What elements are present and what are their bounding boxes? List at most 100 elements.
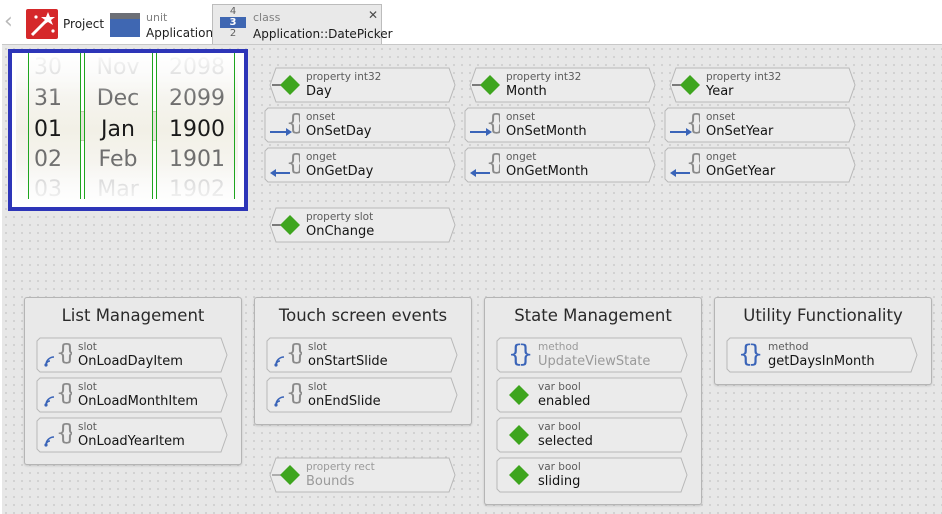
member-name: OnSetYear — [706, 124, 774, 139]
year-item: 2099 — [169, 86, 225, 111]
member-month-property[interactable]: property int32 Month — [464, 67, 656, 103]
member-kind: var bool — [538, 421, 581, 433]
editor-tab-bar: ‹ Project unit Application 4 3 2 class A… — [0, 0, 942, 44]
member-kind: onset — [506, 111, 536, 123]
onget-brace-arrow-icon: {} — [670, 151, 700, 177]
wheel-separator — [156, 53, 157, 199]
member-ongetmonth[interactable]: {} onget OnGetMonth — [464, 147, 656, 183]
back-arrow-icon[interactable]: ‹ — [4, 11, 18, 33]
member-name: OnLoadYearItem — [78, 434, 185, 449]
method-updateviewstate[interactable]: {} method UpdateViewState — [496, 337, 688, 373]
slot-onloadmonthitem[interactable]: {} slot OnLoadMonthItem — [36, 377, 228, 413]
datepicker-preview[interactable]: 30 31 01 02 03 Nov Dec Jan Feb Mar 2098 … — [8, 49, 248, 211]
member-name: onStartSlide — [308, 354, 388, 369]
onget-brace-arrow-icon: {} — [270, 151, 300, 177]
class-stack-next: 2 — [229, 28, 237, 39]
variable-diamond-icon — [509, 385, 529, 405]
property-diamond-icon — [272, 215, 300, 235]
svg-text:}: } — [63, 421, 72, 446]
property-diamond-icon — [672, 75, 700, 95]
tab-class-kind: class — [253, 11, 281, 24]
member-onsetmonth[interactable]: {} onset OnSetMonth — [464, 107, 656, 143]
wheel-separator — [84, 53, 85, 199]
slot-brace-icon: {} — [44, 341, 72, 367]
slot-brace-icon: {} — [44, 421, 72, 447]
member-name: Month — [506, 84, 547, 99]
member-day-property[interactable]: property int32 Day — [264, 67, 456, 103]
svg-text:}: } — [63, 381, 72, 406]
slot-onloaddayitem[interactable]: {} slot OnLoadDayItem — [36, 337, 228, 373]
month-wheel[interactable]: Nov Dec Jan Feb Mar — [84, 57, 152, 203]
member-kind: slot — [308, 341, 327, 353]
member-year-property[interactable]: property int32 Year — [664, 67, 856, 103]
member-kind: property rect — [306, 461, 375, 473]
unit-folder-icon — [110, 13, 140, 37]
onset-brace-arrow-icon: {} — [270, 111, 300, 136]
slot-onstartslide[interactable]: {} slot onStartSlide — [266, 337, 458, 373]
day-item: 30 — [34, 57, 62, 80]
onset-brace-arrow-icon: {} — [470, 111, 500, 136]
member-kind: property int32 — [506, 71, 582, 83]
member-name: sliding — [538, 474, 581, 489]
member-bounds-property[interactable]: property rect Bounds — [264, 457, 456, 493]
month-item-selected: Jan — [101, 117, 135, 142]
class-stack-current: 3 — [220, 17, 246, 28]
member-kind: slot — [308, 381, 327, 393]
day-item: 03 — [34, 177, 62, 202]
member-kind: method — [768, 341, 809, 353]
member-onsetday[interactable]: {} onset OnSetDay — [264, 107, 456, 143]
member-name: selected — [538, 434, 593, 449]
member-name: OnLoadDayItem — [78, 354, 183, 369]
member-name: OnSetDay — [306, 124, 372, 139]
member-name: Year — [706, 84, 734, 99]
svg-text:}: } — [293, 381, 302, 406]
tab-unit[interactable]: unit Application — [108, 4, 213, 44]
wheel-separator — [28, 53, 29, 199]
var-sliding[interactable]: var bool sliding — [496, 457, 688, 493]
svg-text:}: } — [493, 111, 500, 136]
member-kind: property int32 — [706, 71, 782, 83]
wheel-separator — [234, 53, 235, 199]
method-getdaysinmonth[interactable]: {} method getDaysInMonth — [726, 337, 918, 373]
svg-text:}: } — [293, 111, 300, 136]
member-kind: onget — [706, 151, 737, 163]
member-onsetyear[interactable]: {} onset OnSetYear — [664, 107, 856, 143]
slot-onloadyearitem[interactable]: {} slot OnLoadYearItem — [36, 417, 228, 453]
day-wheel[interactable]: 30 31 01 02 03 — [16, 57, 80, 203]
class-stack-prev: 4 — [229, 6, 237, 17]
tab-project[interactable]: Project — [26, 4, 106, 44]
brick-title: State Management — [514, 306, 672, 325]
svg-text:}: } — [63, 341, 72, 366]
magic-wand-icon — [26, 9, 58, 39]
member-kind: method — [538, 341, 579, 353]
member-name: OnGetDay — [306, 164, 374, 179]
var-selected[interactable]: var bool selected — [496, 417, 688, 453]
member-name: Day — [306, 84, 332, 99]
member-kind: var bool — [538, 461, 581, 473]
member-ongetday[interactable]: {} onget OnGetDay — [264, 147, 456, 183]
tab-unit-kind: unit — [146, 11, 168, 24]
month-item: Feb — [98, 147, 138, 172]
svg-text:}: } — [693, 111, 700, 136]
var-enabled[interactable]: var bool enabled — [496, 377, 688, 413]
member-kind: var bool — [538, 381, 581, 393]
member-onchange-property[interactable]: property slot OnChange — [264, 207, 456, 243]
wheel-separator — [152, 53, 153, 199]
month-item: Dec — [96, 86, 140, 111]
day-item: 02 — [34, 147, 62, 172]
svg-text:}: } — [293, 341, 302, 366]
svg-text:}: } — [748, 341, 762, 368]
tab-class[interactable]: 4 3 2 class Application::DatePicker ✕ — [212, 4, 393, 44]
brick-title: Utility Functionality — [743, 306, 903, 325]
year-item: 1901 — [169, 147, 225, 172]
member-kind: slot — [78, 421, 97, 433]
onget-brace-arrow-icon: {} — [470, 151, 500, 177]
member-ongetyear[interactable]: {} onget OnGetYear — [664, 147, 856, 183]
property-diamond-icon — [472, 75, 500, 95]
tab-close-icon[interactable]: ✕ — [368, 8, 378, 22]
composer-canvas[interactable]: 30 31 01 02 03 Nov Dec Jan Feb Mar 2098 … — [2, 44, 942, 514]
method-brace-icon: {} — [508, 341, 532, 368]
year-wheel[interactable]: 2098 2099 1900 1901 1902 — [156, 57, 238, 203]
slot-onendslide[interactable]: {} slot onEndSlide — [266, 377, 458, 413]
year-item: 2098 — [169, 57, 225, 80]
